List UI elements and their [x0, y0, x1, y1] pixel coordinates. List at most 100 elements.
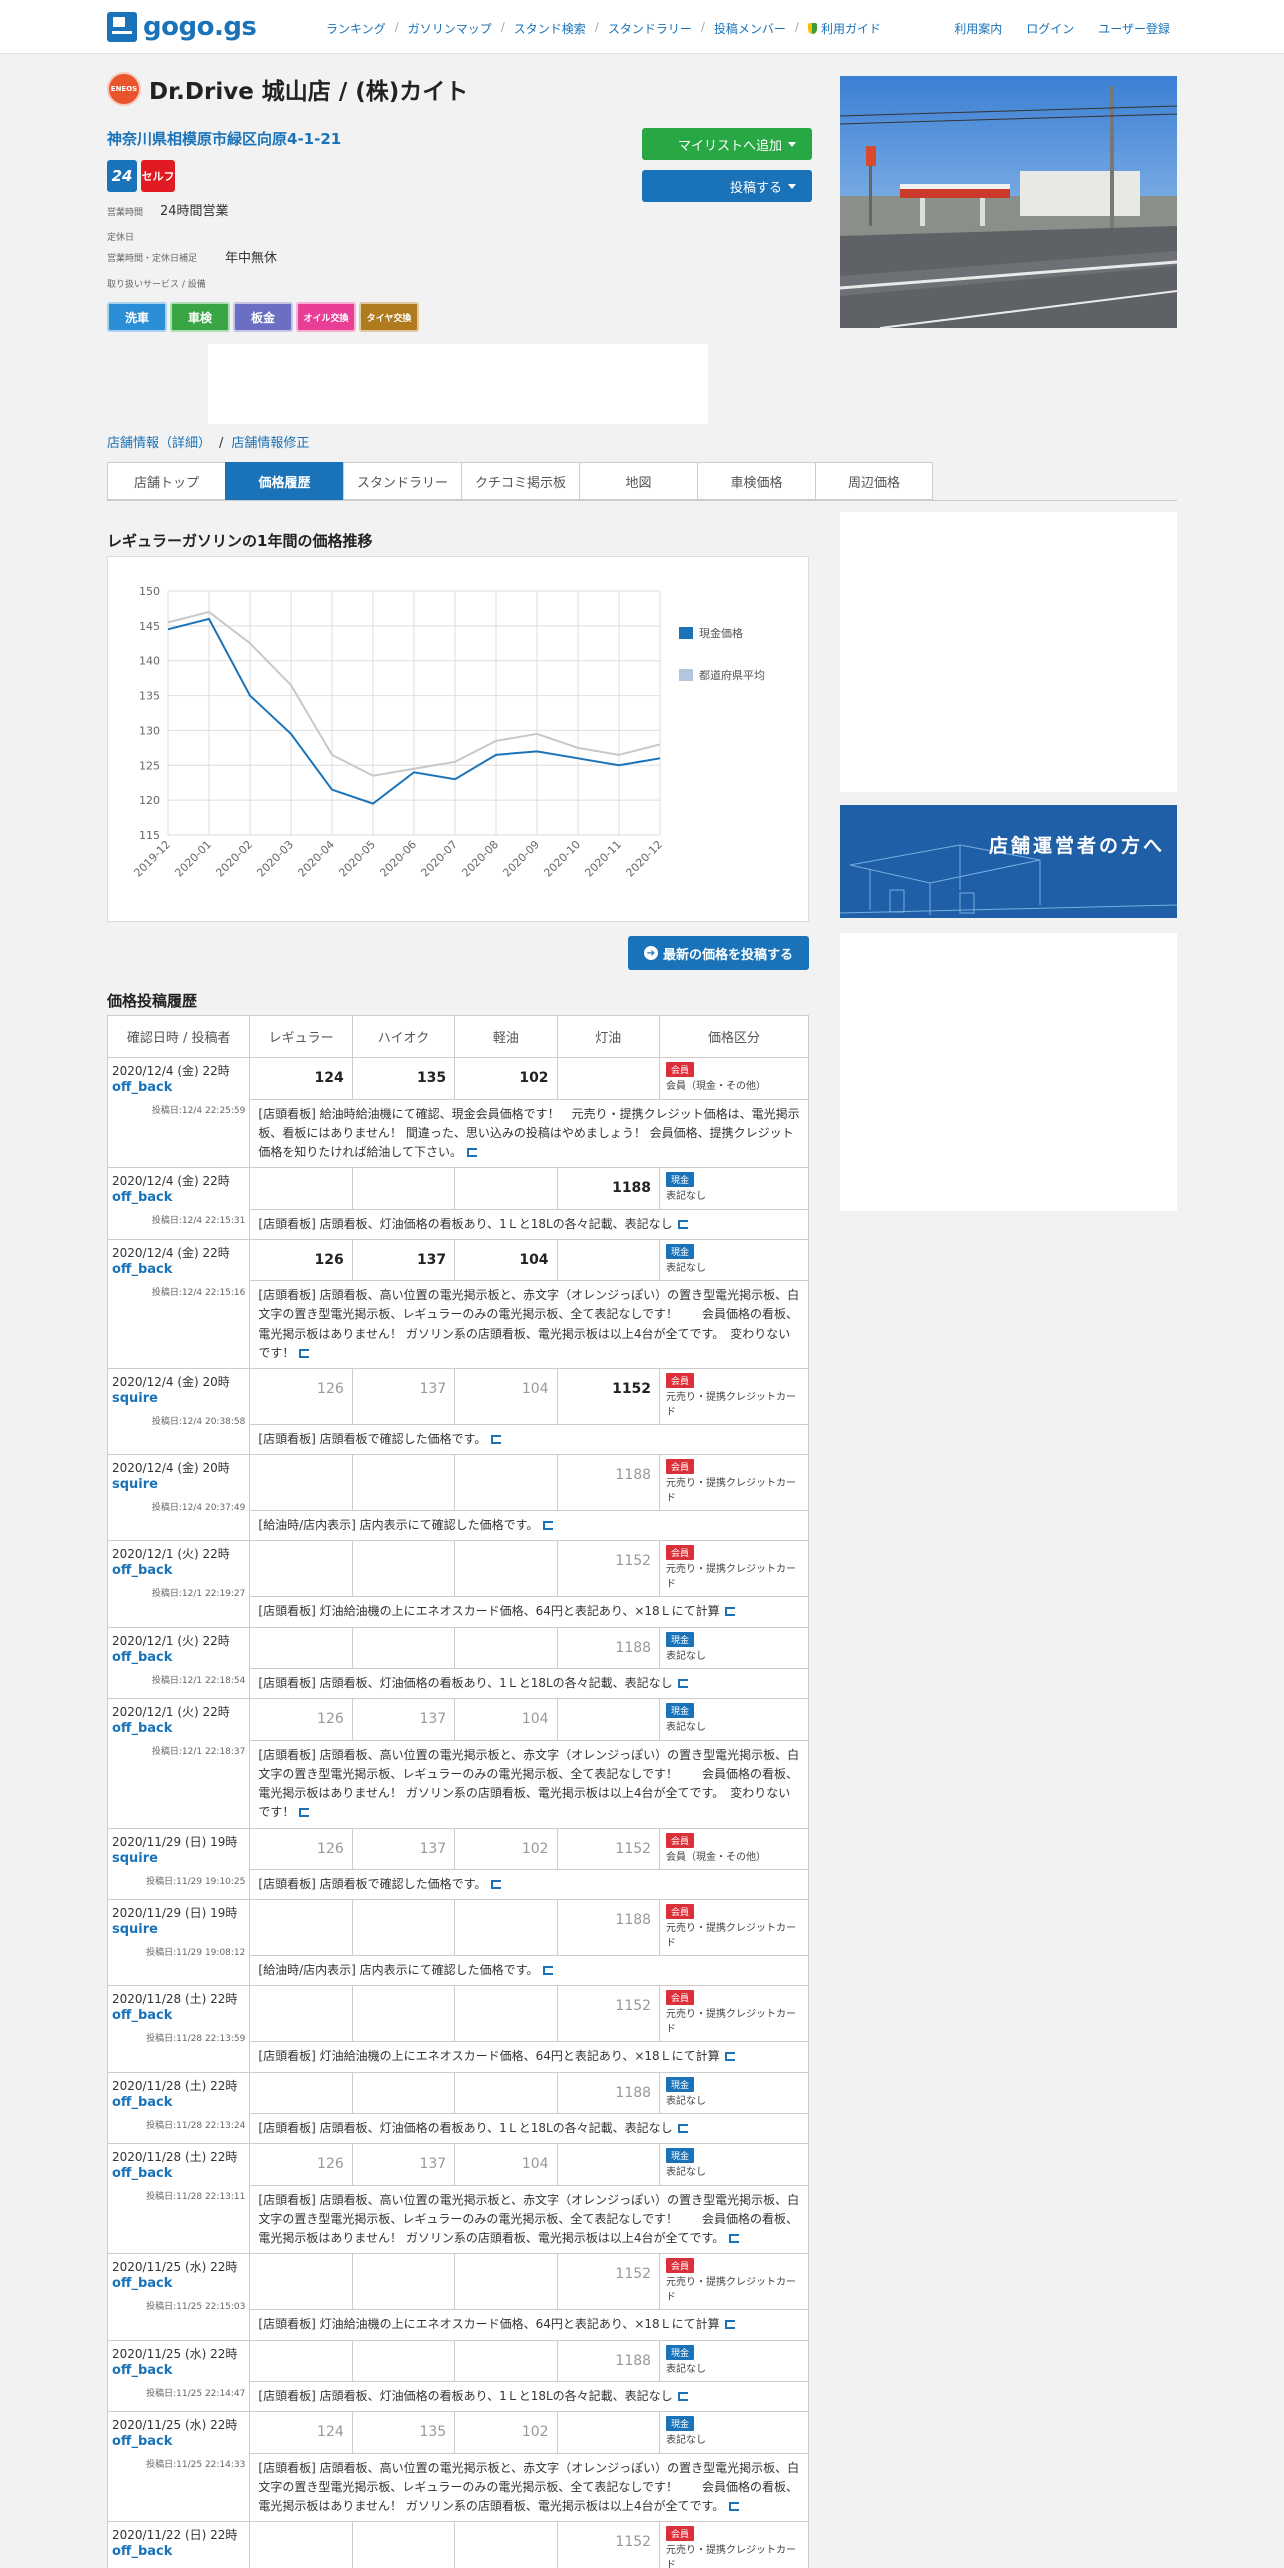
posted-at: 投稿日:12/4 20:38:58 [151, 1417, 246, 1427]
price-type: 現金 表記なし [659, 1167, 809, 1210]
tab-inspection-price[interactable]: 車検価格 [697, 462, 815, 500]
hours-value: 24時間営業 [160, 204, 229, 219]
report-flag-icon[interactable] [729, 2234, 740, 2244]
store-operator-banner[interactable]: 店舗運営者の方へ [840, 805, 1177, 918]
poster-link[interactable]: off_back [112, 2095, 245, 2110]
history-row: 2020/11/22 (日) 22時off_back投稿日:11/22 22:1… [106, 2521, 809, 2568]
tab-stand-rally[interactable]: スタンドラリー [343, 462, 461, 500]
report-flag-icon[interactable] [729, 2502, 740, 2512]
nav-stand-search[interactable]: スタンド検索 [514, 20, 586, 37]
poster-link[interactable]: off_back [112, 2434, 245, 2449]
post-comment: [店頭看板] 店頭看板、高い位置の電光掲示板と、赤文字（オレンジっぽい）の置き型… [249, 2184, 809, 2255]
report-flag-icon[interactable] [724, 1607, 735, 1617]
tire-change-icon: タイヤ交換 [359, 302, 419, 332]
poster-link[interactable]: off_back [112, 2276, 245, 2291]
report-flag-icon[interactable] [491, 1435, 502, 1444]
poster-link[interactable]: squire [112, 1477, 245, 1492]
row-meta: 2020/11/25 (水) 22時 off_back 投稿日:11/25 22:1… [106, 2253, 251, 2341]
row-meta: 2020/12/1 (火) 22時 off_back 投稿日:12/1 22:19:… [106, 1540, 251, 1628]
breadcrumb-fix[interactable]: 店舗情報修正 [231, 436, 309, 451]
nav-login[interactable]: ログイン [1026, 20, 1074, 37]
nav-usage[interactable]: 利用案内 [954, 20, 1002, 37]
price-type-badge: 現金 [666, 1243, 695, 1259]
history-row: 2020/12/1 (火) 22時 off_back 投稿日:12/1 22:19:… [106, 1540, 809, 1628]
tab-store-top[interactable]: 店舗トップ [107, 462, 225, 500]
report-flag-icon[interactable] [677, 2124, 688, 2134]
poster-link[interactable]: squire [112, 1922, 245, 1937]
post-comment-text: [店頭看板] 店頭看板で確認した価格です。 [258, 1432, 487, 1446]
poster-link[interactable]: off_back [112, 2363, 245, 2378]
report-flag-icon[interactable] [677, 1679, 688, 1689]
nav-gasoline-map[interactable]: ガソリンマップ [408, 20, 492, 37]
report-flag-icon[interactable] [724, 2052, 735, 2062]
kerosene-price: 1188 [556, 2339, 661, 2382]
store-address[interactable]: 神奈川県相模原市緑区向原4-1-21 [107, 128, 341, 149]
poster-link[interactable]: off_back [112, 2544, 245, 2559]
regular-price: 124 [249, 1057, 353, 1100]
report-flag-icon[interactable] [467, 1147, 478, 1157]
nav-stand-rally[interactable]: スタンドラリー [608, 20, 692, 37]
highoctane-price: 135 [351, 2411, 456, 2454]
diesel-price: 104 [454, 2143, 558, 2186]
diesel-price [454, 1540, 558, 1598]
posted-at: 投稿日:11/25 22:14:47 [146, 2388, 246, 2399]
legend-label: 都道府県平均 [699, 668, 765, 682]
poster-link[interactable]: squire [112, 1851, 245, 1866]
poster-link[interactable]: off_back [112, 2008, 245, 2023]
post-latest-price-button[interactable]: ➔ 最新の価格を投稿する [628, 936, 809, 970]
nav-register[interactable]: ユーザー登録 [1098, 20, 1170, 37]
poster-link[interactable]: off_back [112, 1190, 245, 1205]
report-flag-icon[interactable] [677, 1219, 688, 1229]
tab-reviews[interactable]: クチコミ掲示板 [461, 462, 579, 500]
confirm-date: 2020/12/4 (金) 20時 [112, 1375, 230, 1389]
nav-members[interactable]: 投稿メンバー [714, 20, 786, 37]
report-flag-icon[interactable] [299, 1348, 310, 1358]
poster-link[interactable]: off_back [112, 1721, 245, 1736]
post-latest-label: 最新の価格を投稿する [662, 947, 793, 963]
poster-link[interactable]: off_back [112, 1563, 245, 1578]
diesel-price: 102 [454, 1057, 558, 1100]
store-title: Dr.Drive 城山店 / (株)カイト [149, 79, 469, 105]
report-flag-icon[interactable] [543, 1521, 554, 1531]
poster-link[interactable]: off_back [112, 1262, 245, 1277]
poster-link[interactable]: squire [112, 1391, 245, 1406]
hours-note-label: 営業時間・定休日補足 [107, 254, 198, 264]
x-tick-label: 2020-07 [418, 838, 460, 880]
price-type: 会員 元売り・提携クレジットカード [659, 1368, 809, 1425]
tab-map[interactable]: 地図 [579, 462, 697, 500]
tab-price-history[interactable]: 価格履歴 [225, 462, 343, 500]
poster-link[interactable]: off_back [112, 2166, 245, 2181]
poster-link[interactable]: off_back [112, 1650, 245, 1665]
x-tick-label: 2020-09 [500, 838, 542, 880]
nav-guide[interactable]: 利用ガイド [807, 20, 881, 37]
kerosene-price [556, 2411, 661, 2454]
breadcrumb-detail[interactable]: 店舗情報（詳細） [107, 436, 211, 451]
price-type-badge: 現金 [666, 2076, 695, 2092]
x-tick-label: 2020-11 [582, 838, 624, 880]
row-meta: 2020/11/29 (日) 19時 squire 投稿日:11/29 19:10:… [106, 1827, 251, 1901]
kerosene-price [556, 2143, 661, 2186]
nav-ranking[interactable]: ランキング [326, 20, 386, 37]
add-mylist-button[interactable]: マイリストへ追加 [642, 128, 812, 160]
tab-nearby-price[interactable]: 周辺価格 [815, 462, 933, 500]
report-flag-icon[interactable] [299, 1808, 310, 1818]
price-chart: 115 120 125 130 135 140 145 150 2019-12 2020-01 20… [107, 556, 809, 922]
post-comment-text: [店頭看板] 灯油給油機の上にエネオスカード価格、64円と表記あり、×18Ｌにて… [258, 2317, 720, 2332]
confirm-date: 2020/11/29 (日) 19時 [112, 1834, 238, 1849]
x-tick-label: 2020-03 [254, 838, 296, 880]
post-comment: [店頭看板] 灯油給油機の上にエネオスカード価格、64円と表記あり、×18Ｌにて… [249, 1596, 809, 1628]
ad-slot-right-2 [840, 933, 1177, 1211]
history-row: 2020/11/28 (土) 22時 off_back 投稿日:11/28 22:1… [106, 2071, 809, 2145]
post-button[interactable]: 投稿する [642, 170, 812, 202]
post-comment: [店頭看板] 店頭看板、灯油価格の看板あり、1Ｌと18Lの各々記載、表記なし [249, 2113, 809, 2145]
report-flag-icon[interactable] [724, 2320, 735, 2330]
report-flag-icon[interactable] [543, 1966, 554, 1976]
poster-link[interactable]: off_back [112, 1080, 245, 1095]
site-logo[interactable]: gogo.gs [107, 10, 257, 44]
nav-guide-label[interactable]: 利用ガイド [821, 22, 881, 36]
report-flag-icon[interactable] [677, 2392, 688, 2401]
price-type-detail: 会員（現金・その他） [666, 1081, 767, 1092]
eneos-brand-icon: ENEOS [107, 72, 141, 106]
highoctane-price [351, 1540, 456, 1598]
report-flag-icon[interactable] [491, 1880, 502, 1889]
